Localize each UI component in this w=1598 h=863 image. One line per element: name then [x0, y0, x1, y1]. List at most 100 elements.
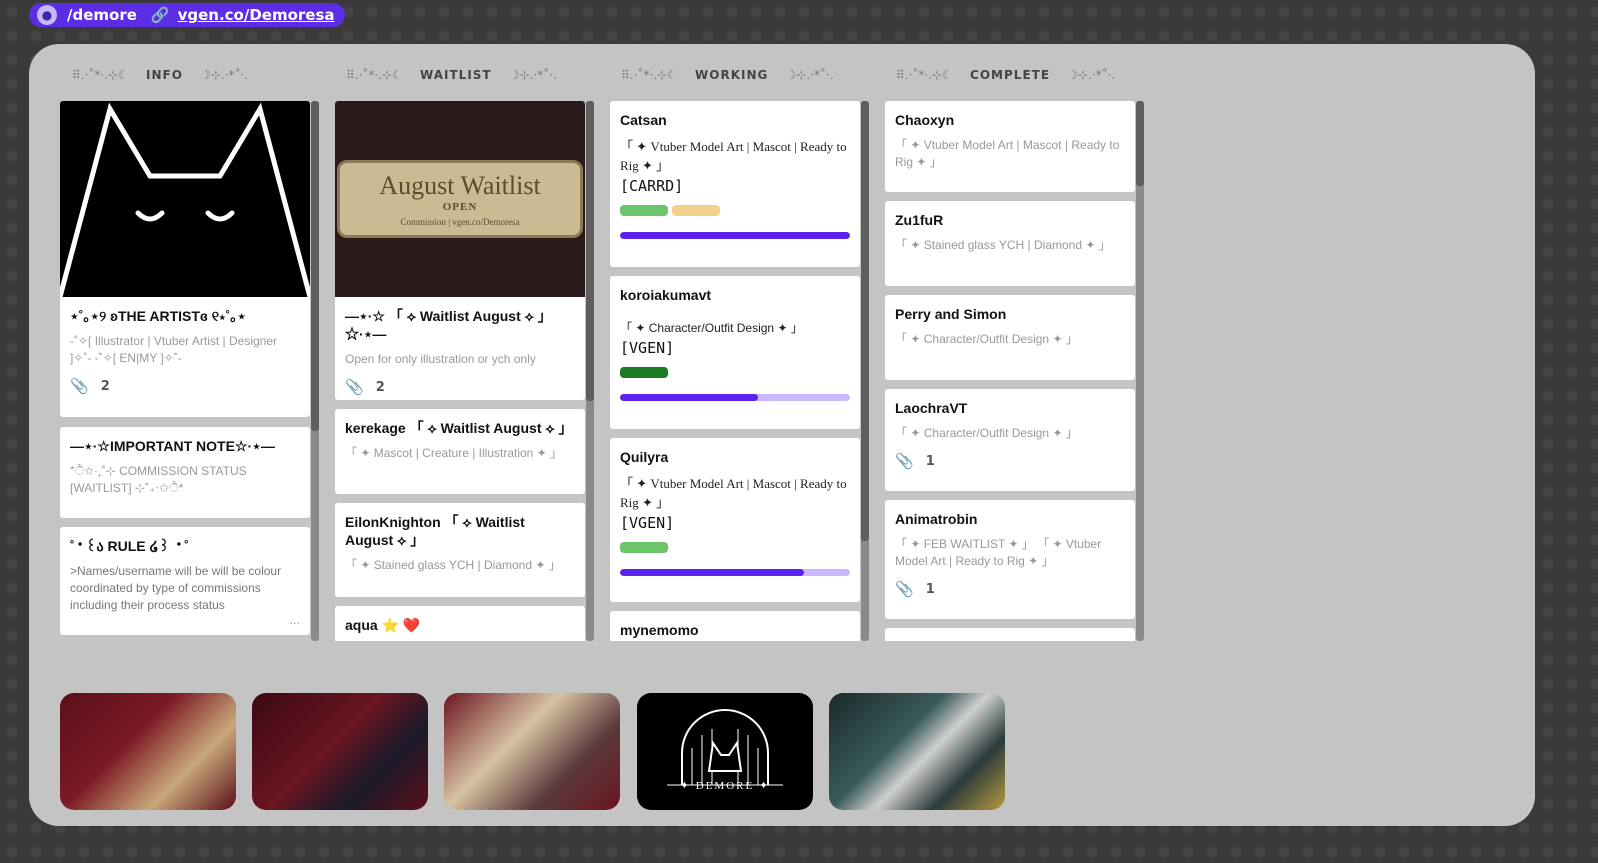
demore-logo-icon	[667, 709, 783, 786]
card-laochravt[interactable]: LaochraVT 「 ✦ Character/Outfit Design ✦ …	[885, 389, 1135, 491]
platform-tag: [VGEN]	[620, 339, 675, 357]
card-rule[interactable]: ˚‧꒰ა RULE ໒꒱ ‧˚ >Names/username will be …	[60, 527, 310, 635]
column-heading-waitlist: ⠿.·˚*·.⊹☾ WAITLIST ☽⊹.·*˚·.	[346, 68, 557, 84]
column-info: ⋆˚｡⋆୨ ʚTHE ARTISTɞ ୧⋆˚｡⋆ ‐˚✧[ Illustrato…	[60, 101, 310, 641]
card-perry-and-simon[interactable]: Perry and Simon 「 ✦ Character/Outfit Des…	[885, 295, 1135, 380]
waitlist-scrollbar[interactable]	[586, 101, 594, 641]
working-scrollbar[interactable]	[861, 101, 869, 641]
card-mynemomo[interactable]: mynemomo	[610, 611, 860, 641]
thumbnail-character-artwork[interactable]	[829, 693, 1005, 810]
paperclip-icon: 📎	[70, 377, 89, 395]
card-description: 「 ✦ Character/Outfit Design ✦ 」	[895, 332, 1078, 346]
column-waitlist: August Waitlist OPEN Commission | vgen.c…	[335, 101, 585, 641]
scroll-thumb[interactable]	[311, 101, 319, 431]
card-title: ⋆˚｡⋆୨ ʚTHE ARTISTɞ ୧⋆˚｡⋆	[70, 308, 247, 324]
attachment-count: 📎 2	[70, 377, 300, 395]
card-quilyra[interactable]: Quilyra 「 ✦ Vtuber Model Art | Mascot | …	[610, 438, 860, 602]
banner-title: August Waitlist	[379, 171, 541, 200]
profile-link[interactable]: vgen.co/Demoresa	[178, 6, 335, 24]
bunny-avatar-icon: ●	[37, 5, 57, 25]
card-eilonknighton[interactable]: EilonKnighton 「 ⟡ Waitlist August ⟡ 」 「 …	[335, 503, 585, 597]
label-yellow[interactable]	[672, 205, 720, 216]
waitlist-banner: August Waitlist OPEN Commission | vgen.c…	[337, 160, 583, 238]
progress-fill	[620, 569, 804, 576]
card-title: Quilyra	[620, 449, 669, 465]
paperclip-icon: 📎	[895, 452, 914, 470]
info-scrollbar[interactable]	[311, 101, 319, 641]
card-title: LaochraVT	[895, 400, 968, 416]
banner-subtitle: Commission | vgen.co/Demoresa	[400, 217, 520, 227]
card-description: 「 ✦ Character/Outfit Design ✦ 」	[895, 426, 1078, 440]
card-description: 「 ✦ Character/Outfit Design ✦ 」	[620, 321, 803, 335]
card-important-note[interactable]: —⋆·☆IMPORTANT NOTE☆·⋆— *ੈ✩‧₊˚⊹ COMMISSIO…	[60, 427, 310, 518]
card-description: *ੈ✩‧₊˚⊹ COMMISSION STATUS [WAITLIST] ⊹˚₊…	[70, 464, 247, 495]
card-chaoxyn[interactable]: Chaoxyn 「 ✦ Vtuber Model Art | Mascot | …	[885, 101, 1135, 192]
card-labels	[620, 542, 850, 553]
attachment-count: 📎 1	[895, 580, 1125, 598]
paperclip-icon: 📎	[895, 580, 914, 598]
card-aqua[interactable]: aqua ⭐ ❤️	[335, 606, 585, 641]
heading-deco-right: ☽⊹.·*˚·.	[200, 68, 249, 82]
platform-tag: [CARRD]	[620, 177, 684, 195]
card-description: 「 ✦ Mascot | Creature | Illustration ✦ 」	[345, 446, 563, 460]
thumbnail-design-vtuber[interactable]	[252, 693, 428, 810]
column-heading-working: ⠿.·˚*·.⊹☾ WORKING ☽⊹.·*˚·.	[621, 68, 834, 84]
column-title: INFO	[146, 68, 183, 82]
cat-cover-image	[60, 101, 310, 297]
card-waitlist-august[interactable]: August Waitlist OPEN Commission | vgen.c…	[335, 101, 585, 400]
top-bar: ● /demore 🔗 vgen.co/Demoresa	[0, 0, 1598, 44]
profile-pill[interactable]: ● /demore 🔗 vgen.co/Demoresa	[29, 3, 345, 27]
card-koroiakumavt[interactable]: koroiakumavt 「 ✦ Character/Outfit Design…	[610, 276, 860, 429]
column-title: WORKING	[695, 68, 769, 82]
card-zu1fur[interactable]: Zu1fuR 「 ✦ Stained glass YCH | Diamond ✦…	[885, 201, 1135, 286]
column-complete: Chaoxyn 「 ✦ Vtuber Model Art | Mascot | …	[885, 101, 1135, 641]
heading-deco-left: ⠿.·˚*·.⊹☾	[896, 68, 953, 82]
attachment-count: 📎 1	[895, 452, 1125, 470]
card-title: Chaoxyn	[895, 112, 955, 128]
card-catsan[interactable]: Catsan 「 ✦ Vtuber Model Art | Mascot | R…	[610, 101, 860, 267]
column-heading-info: ⠿.·˚*·.⊹☾ INFO ☽⊹.·*˚·.	[72, 68, 248, 84]
thumbnail-anime-illustration[interactable]	[60, 693, 236, 810]
trello-board: ⠿.·˚*·.⊹☾ INFO ☽⊹.·*˚·. ⠿.·˚*·.⊹☾ WAITLI…	[29, 44, 1535, 826]
label-green[interactable]	[620, 542, 668, 553]
card-title: Zu1fuR	[895, 212, 944, 228]
attachment-number: 1	[925, 453, 935, 469]
thumbnail-demore-logo[interactable]: ✦ DEMORE ✦	[637, 693, 813, 810]
card-description: Open for only illustration or ych only	[345, 352, 536, 366]
card-title: mynemomo	[620, 622, 699, 638]
card-description: 「 ✦ FEB WAITLIST ✦ 」 「 ✦ Vtuber Model Ar…	[895, 537, 1102, 568]
scroll-thumb[interactable]	[586, 101, 594, 401]
thumbnail-mascot-illustration[interactable]	[444, 693, 620, 810]
waitlist-cover-image: August Waitlist OPEN Commission | vgen.c…	[335, 101, 585, 297]
card-partial[interactable]	[885, 628, 1135, 641]
card-title: kerekage 「 ⟡ Waitlist August ⟡ 」	[345, 420, 573, 436]
column-title: COMPLETE	[970, 68, 1051, 82]
progress-bar	[620, 569, 850, 576]
card-title: —⋆·☆IMPORTANT NOTE☆·⋆—	[70, 438, 275, 454]
card-description: >Names/username will be will be colour c…	[70, 564, 282, 612]
card-title: koroiakumavt	[620, 287, 712, 303]
thumbnail-label: ✦ DEMORE ✦	[679, 780, 771, 792]
scroll-thumb[interactable]	[1136, 101, 1144, 186]
scroll-thumb[interactable]	[861, 101, 869, 541]
card-title: Animatrobin	[895, 511, 978, 527]
label-dark-green[interactable]	[620, 367, 668, 378]
banner-status: OPEN	[442, 201, 478, 213]
more-ellipsis: ...	[289, 614, 301, 627]
card-title: EilonKnighton 「 ⟡ Waitlist August ⟡ 」	[345, 514, 525, 548]
heading-deco-left: ⠿.·˚*·.⊹☾	[621, 68, 678, 82]
label-green[interactable]	[620, 205, 668, 216]
card-kerekage[interactable]: kerekage 「 ⟡ Waitlist August ⟡ 」 「 ✦ Mas…	[335, 409, 585, 494]
progress-fill	[620, 232, 850, 239]
complete-scrollbar[interactable]	[1136, 101, 1144, 641]
card-description: 「 ✦ Stained glass YCH | Diamond ✦ 」	[895, 238, 1111, 252]
card-animatrobin[interactable]: Animatrobin 「 ✦ FEB WAITLIST ✦ 」 「 ✦ Vtu…	[885, 500, 1135, 619]
link-icon: 🔗	[150, 6, 170, 24]
attachment-count: 📎 2	[345, 378, 575, 396]
card-title: aqua ⭐ ❤️	[345, 617, 421, 633]
profile-handle[interactable]: /demore	[67, 6, 137, 24]
card-description: 「 ✦ Vtuber Model Art | Mascot | Ready to…	[620, 476, 847, 510]
heading-deco-right: ☽⊹.·*˚·.	[785, 68, 834, 82]
card-the-artist[interactable]: ⋆˚｡⋆୨ ʚTHE ARTISTɞ ୧⋆˚｡⋆ ‐˚✧[ Illustrato…	[60, 101, 310, 417]
platform-tag: [VGEN]	[620, 514, 675, 532]
